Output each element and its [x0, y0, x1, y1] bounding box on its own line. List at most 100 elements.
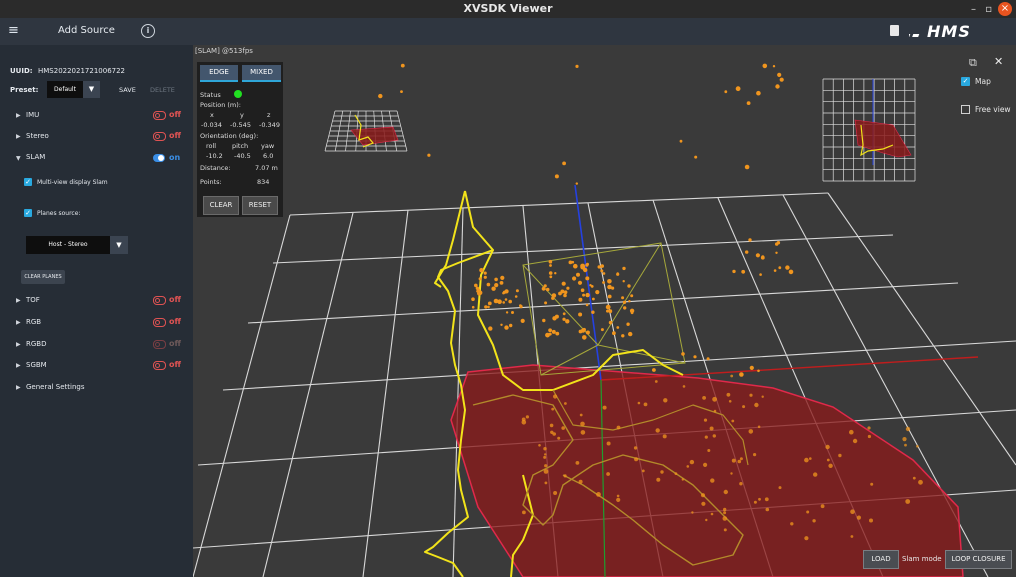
pos-header-x: x: [210, 111, 214, 119]
map-point: [904, 443, 907, 447]
tab-mixed[interactable]: MIXED: [242, 65, 281, 82]
camera-frustum: [522, 242, 686, 376]
map-point: [726, 392, 731, 397]
section-stereo-label[interactable]: Stereo: [26, 132, 49, 140]
map-point: [703, 418, 708, 422]
slam-toggle[interactable]: [153, 154, 165, 162]
rgbd-expand-caret-icon[interactable]: ▶: [16, 341, 21, 348]
multiview-checkbox[interactable]: ✓: [24, 178, 32, 186]
hamburger-menu-icon[interactable]: ≡: [8, 24, 22, 38]
map-point: [578, 312, 583, 317]
preset-select[interactable]: Default: [47, 81, 83, 98]
map-point: [825, 444, 830, 450]
close-icon[interactable]: ✕: [994, 55, 1003, 68]
grid-line: [247, 282, 959, 324]
slam-expand-caret-icon[interactable]: ▼: [16, 155, 21, 162]
sgbm-toggle[interactable]: [153, 361, 166, 370]
map-point: [633, 446, 638, 450]
grid-line: [193, 214, 291, 577]
map-point: [487, 305, 490, 309]
map-point: [731, 419, 735, 423]
section-imu-label[interactable]: IMU: [26, 111, 39, 119]
tof-toggle[interactable]: [153, 296, 166, 305]
slam-mode-label: Slam mode: [902, 555, 942, 563]
rgbd-status: off: [169, 339, 181, 348]
map-checkbox[interactable]: ✓: [961, 77, 970, 86]
section-tof-label[interactable]: TOF: [26, 296, 40, 304]
section-rgb-label[interactable]: RGB: [26, 318, 41, 326]
tab-edge[interactable]: EDGE: [200, 65, 238, 82]
scene-canvas[interactable]: [193, 45, 1016, 577]
map-point: [563, 474, 567, 478]
map-point: [607, 294, 612, 299]
section-rgbd-label[interactable]: RGBD: [26, 340, 46, 348]
clear-button[interactable]: CLEAR: [203, 196, 239, 215]
delete-button[interactable]: DELETE: [150, 86, 175, 94]
map-point: [761, 395, 764, 398]
preset-dropdown-chevron-icon[interactable]: ▼: [83, 81, 100, 98]
points-label: Points:: [200, 178, 222, 186]
stereo-expand-caret-icon[interactable]: ▶: [16, 133, 21, 140]
maximize-button[interactable]: ▫: [985, 1, 992, 19]
map-point: [779, 77, 784, 82]
map-point: [806, 510, 810, 514]
map-point: [580, 421, 585, 427]
map-point: [582, 293, 586, 297]
popout-icon[interactable]: ⧉: [969, 56, 977, 70]
hms-logo: HMS: [903, 21, 979, 46]
uuid-label: UUID:: [10, 67, 33, 75]
map-point: [867, 426, 871, 430]
map-point: [912, 476, 916, 480]
section-sgbm-label[interactable]: SGBM: [26, 361, 47, 369]
add-source-button[interactable]: Add Source: [58, 25, 115, 36]
rgb-expand-caret-icon[interactable]: ▶: [16, 319, 21, 326]
stereo-toggle[interactable]: [153, 132, 166, 141]
map-point: [643, 402, 648, 407]
map-point: [494, 277, 498, 282]
map-point: [483, 271, 487, 275]
clear-planes-button[interactable]: CLEAR PLANES: [21, 270, 65, 284]
planes-source-select[interactable]: Host - Stereo: [26, 236, 110, 254]
map-point: [739, 457, 743, 461]
sgbm-expand-caret-icon[interactable]: ▶: [16, 362, 21, 369]
map-point: [728, 400, 732, 403]
section-slam-label[interactable]: SLAM: [26, 153, 45, 161]
map-point: [724, 90, 728, 94]
general-settings-caret-icon[interactable]: ▶: [16, 384, 21, 391]
planes-source-checkbox[interactable]: ✓: [24, 209, 32, 217]
imu-toggle[interactable]: [153, 111, 166, 120]
map-point: [634, 457, 639, 462]
loop-closure-button[interactable]: LOOP CLOSURE: [945, 550, 1012, 569]
grid-line: [362, 209, 409, 577]
free-view-checkbox[interactable]: [961, 105, 970, 114]
close-window-button[interactable]: ×: [998, 2, 1012, 16]
map-point: [775, 84, 780, 89]
document-icon[interactable]: [890, 25, 899, 36]
slam-3d-viewport[interactable]: [SLAM] @513fps EDGE MIXED Status Positio…: [193, 45, 1016, 577]
map-point: [628, 300, 631, 303]
minimize-button[interactable]: –: [971, 1, 976, 19]
map-point: [674, 472, 678, 475]
map-point: [681, 478, 684, 481]
info-icon[interactable]: i: [141, 24, 155, 38]
load-button[interactable]: LOAD: [863, 550, 899, 569]
map-point: [562, 161, 566, 166]
planes-source-chevron-icon[interactable]: ▼: [110, 236, 128, 254]
map-point: [544, 453, 547, 456]
map-point: [723, 528, 727, 532]
points-value: 834: [257, 178, 270, 186]
section-general-settings-label[interactable]: General Settings: [26, 383, 85, 391]
map-point: [602, 272, 606, 275]
map-point: [595, 290, 600, 295]
rgb-toggle[interactable]: [153, 318, 166, 327]
reset-button[interactable]: RESET: [242, 196, 278, 215]
tof-expand-caret-icon[interactable]: ▶: [16, 297, 21, 304]
map-point: [471, 305, 475, 309]
map-point: [739, 372, 744, 377]
map-point: [564, 402, 567, 405]
map-point: [790, 522, 794, 526]
imu-expand-caret-icon[interactable]: ▶: [16, 112, 21, 119]
map-point: [575, 64, 579, 68]
rgbd-toggle[interactable]: [153, 340, 166, 349]
save-button[interactable]: SAVE: [119, 86, 136, 94]
